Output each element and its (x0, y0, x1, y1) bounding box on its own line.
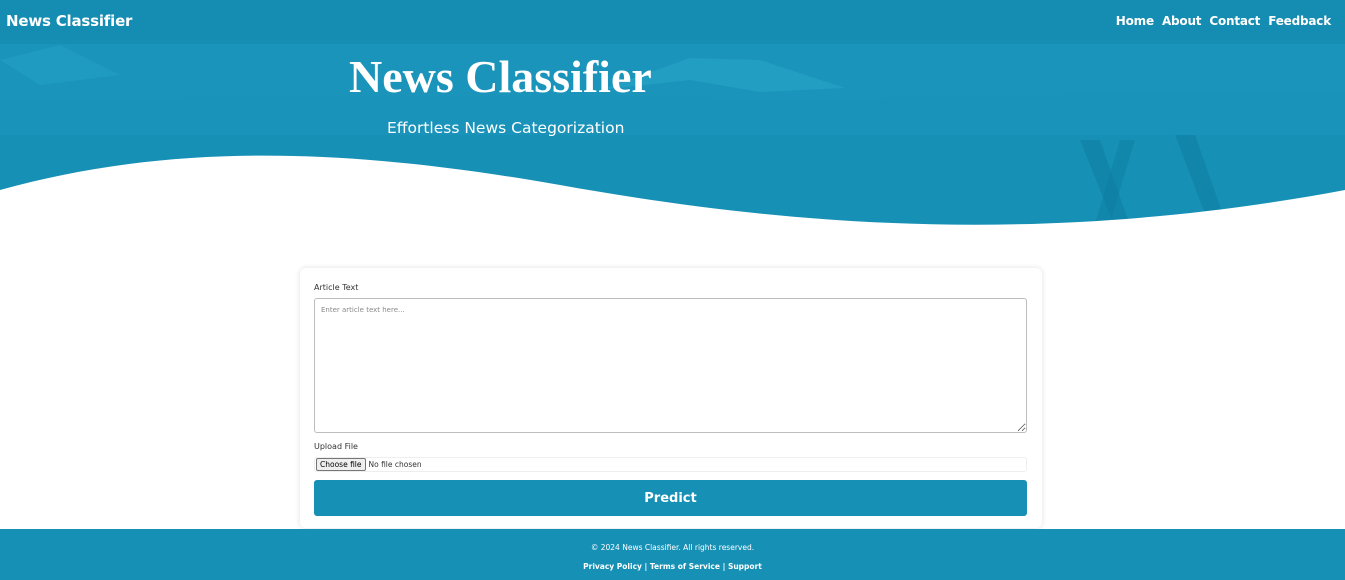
footer-separator: | (644, 562, 648, 571)
choose-file-button[interactable]: Choose file (316, 458, 366, 471)
article-text-input[interactable] (314, 298, 1027, 433)
classifier-form-card: Article Text Upload File Choose file No … (300, 268, 1042, 528)
footer-separator: | (722, 562, 726, 571)
footer-links: Privacy Policy | Terms of Service | Supp… (0, 562, 1345, 571)
file-status-text: No file chosen (368, 460, 422, 469)
page-footer: © 2024 News Classifier. All rights reser… (0, 529, 1345, 580)
hero-banner: News Classifier Home About Contact Feedb… (0, 0, 1345, 240)
predict-button[interactable]: Predict (314, 480, 1027, 516)
upload-file-label: Upload File (314, 442, 358, 451)
privacy-policy-link[interactable]: Privacy Policy (583, 562, 642, 571)
hero-wave-divider (0, 155, 1345, 240)
copyright-text: © 2024 News Classifier. All rights reser… (590, 543, 755, 552)
article-text-label: Article Text (314, 283, 359, 292)
terms-of-service-link[interactable]: Terms of Service (650, 562, 720, 571)
support-link[interactable]: Support (728, 562, 762, 571)
file-upload-input[interactable]: Choose file No file chosen (314, 457, 1027, 472)
